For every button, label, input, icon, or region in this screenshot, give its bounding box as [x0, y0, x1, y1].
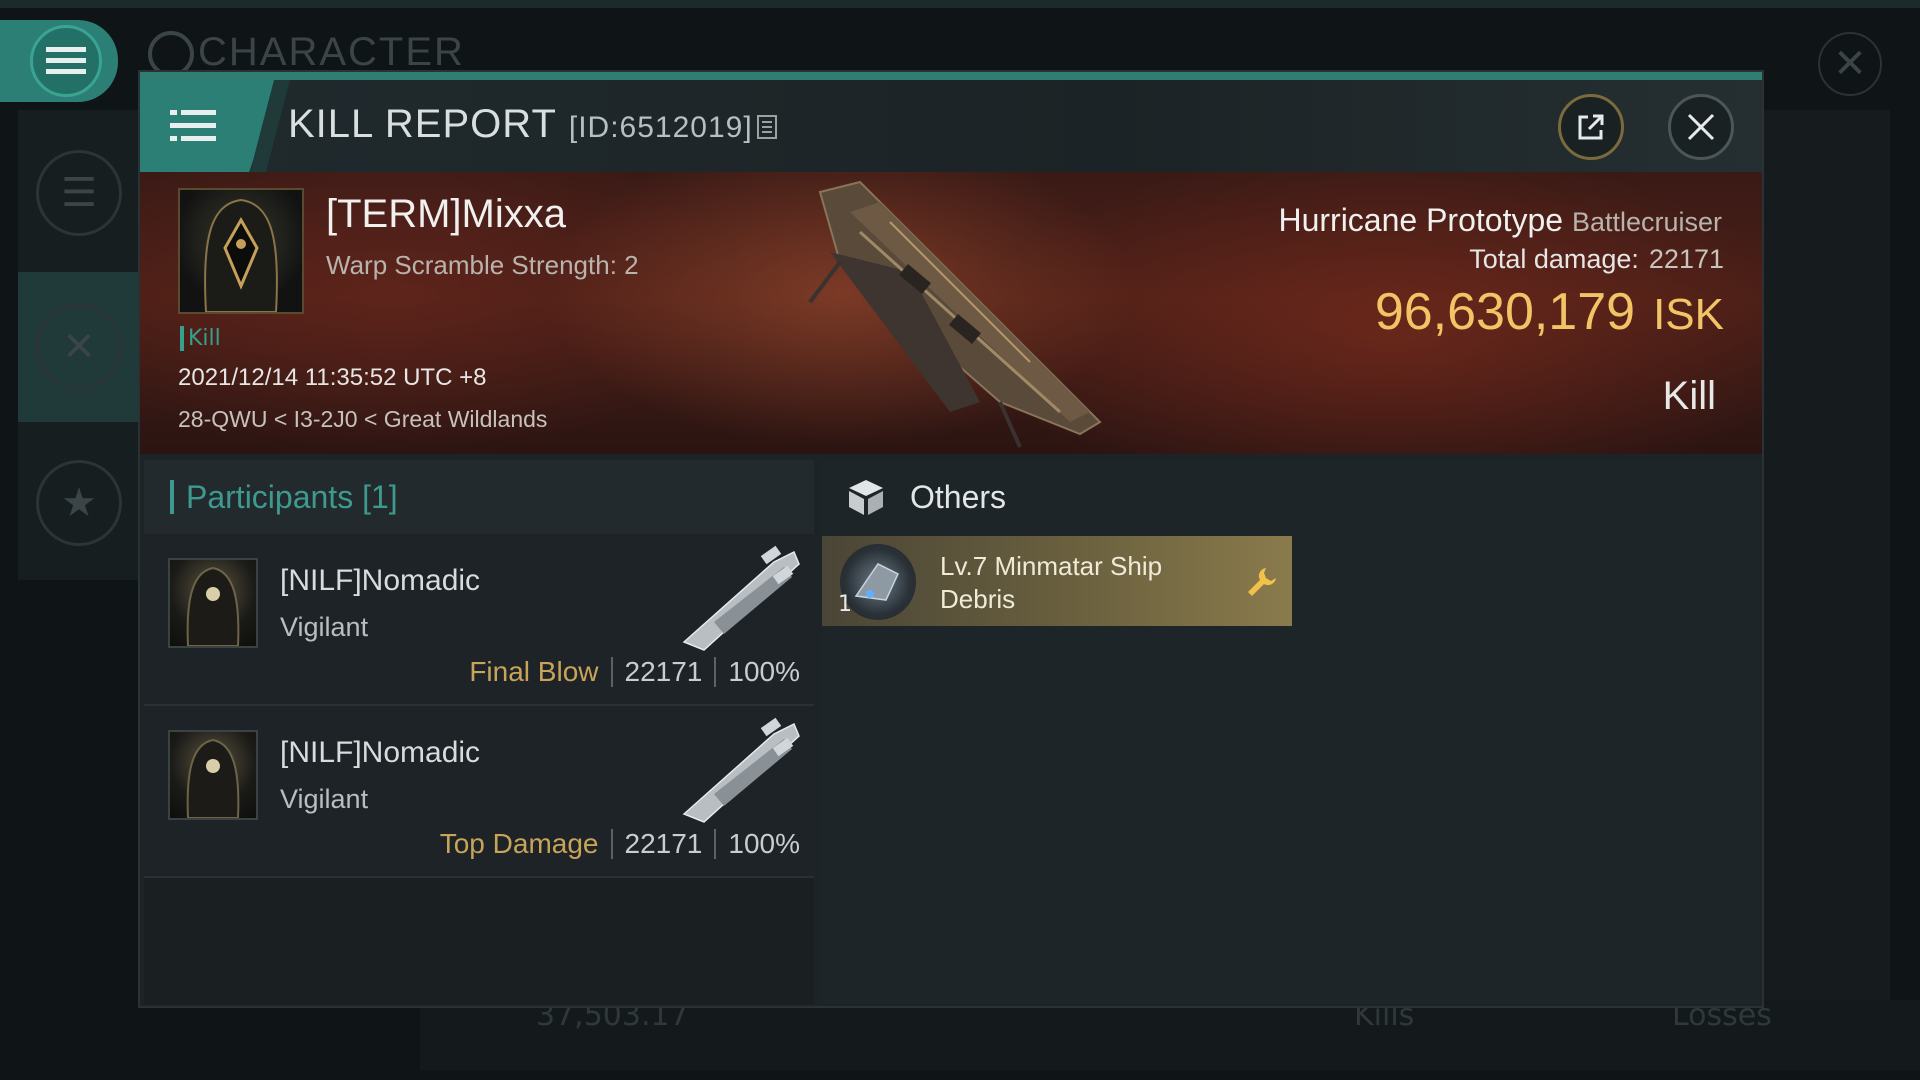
participant-stats: Final Blow 22171 100% [469, 656, 800, 688]
participant-ship: Vigilant [280, 612, 369, 642]
result-label: Kill [1662, 374, 1716, 418]
background-sidebar-item-combat[interactable]: ✕ [18, 272, 140, 422]
weapon-icon [682, 545, 800, 651]
background-menu-button[interactable] [0, 20, 118, 102]
participant-tag: Final Blow [469, 656, 599, 687]
victim-ship[interactable]: Hurricane Prototype Battlecruiser [1278, 202, 1722, 239]
participant-name[interactable]: [NILF]Nomadic [280, 736, 480, 770]
modal-header: KILL REPORT [ID:6512019] [140, 80, 1762, 172]
weapon-icon [682, 717, 800, 823]
isk-amount: 96,630,179 [1374, 283, 1636, 341]
list-icon: ☰ [36, 150, 122, 236]
participant-percent: 100% [728, 828, 800, 859]
share-button[interactable] [1558, 94, 1624, 160]
item-quantity: 1 [838, 592, 852, 617]
background-sidebar-item-favorites[interactable]: ★ [18, 428, 140, 578]
participant-avatar[interactable] [168, 730, 258, 820]
stats-divider [610, 657, 613, 687]
victim-subtitle: Warp Scramble Strength: 2 [326, 250, 639, 280]
kill-report-modal: KILL REPORT [ID:6512019] [TERM]Mixxa Warp… [138, 70, 1764, 1008]
report-id: [ID:6512019] [568, 111, 753, 144]
kill-location[interactable]: 28-QWU < I3-2J0 < Great Wildlands [178, 406, 547, 433]
participant-row[interactable]: [NILF]Nomadic Vigilant Top Damage 22171 10… [144, 706, 814, 878]
close-icon [1687, 113, 1715, 141]
cube-icon [849, 480, 883, 515]
wrench-icon[interactable] [1244, 564, 1278, 598]
participant-damage: 22171 [624, 828, 703, 859]
isk-unit: ISK [1653, 290, 1724, 339]
participant-name[interactable]: [NILF]Nomadic [280, 564, 480, 598]
modal-title: KILL REPORT [ID:6512019] [288, 102, 777, 147]
background-sidebar-item-list[interactable]: ☰ [18, 118, 140, 268]
participants-tab-indicator [170, 480, 174, 514]
participants-title: Participants [1] [186, 478, 398, 515]
share-icon [1578, 114, 1604, 140]
participants-panel: Participants [1] [NILF]Nomadic Vigilant … [144, 460, 814, 1004]
others-title: Others [910, 478, 1007, 515]
isk-value: 96,630,179 ISK [1375, 282, 1724, 342]
victim-banner: [TERM]Mixxa Warp Scramble Strength: 2 Ki… [140, 172, 1762, 454]
participants-tab[interactable]: Participants [1] [144, 460, 814, 534]
ship-name-text: Hurricane Prototype [1278, 202, 1564, 238]
item-card[interactable]: 1 Lv.7 Minmatar Ship Debris [822, 536, 1292, 626]
total-damage-label: Total damage: [1469, 244, 1639, 274]
close-icon: ✕ [1833, 41, 1867, 87]
total-damage: Total damage: 22171 [1469, 244, 1724, 275]
copy-icon[interactable] [756, 115, 777, 139]
item-name: Lv.7 Minmatar Ship Debris [940, 551, 1163, 614]
swords-icon: ✕ [36, 304, 122, 390]
menu-icon [170, 110, 216, 141]
kill-datetime: 2021/12/14 11:35:52 UTC +8 [178, 364, 487, 391]
participant-ship: Vigilant [280, 784, 369, 814]
victim-name[interactable]: [TERM]Mixxa [326, 192, 566, 237]
close-button[interactable] [1668, 94, 1734, 160]
kill-tag: Kill [180, 326, 221, 351]
background-top-bar [0, 0, 1920, 8]
stats-divider [610, 829, 613, 859]
modal-title-text: KILL REPORT [288, 102, 557, 146]
modal-accent-line [140, 72, 1762, 80]
ship-image [808, 180, 1102, 448]
others-panel: Others 1 Lv.7 Minmatar Ship Debris [822, 460, 1760, 1004]
participant-percent: 100% [728, 656, 800, 687]
participant-avatar[interactable] [168, 558, 258, 648]
stats-divider [714, 829, 717, 859]
others-header: Others [822, 460, 1760, 534]
background-close-button[interactable]: ✕ [1818, 32, 1882, 96]
participant-tag: Top Damage [439, 828, 599, 859]
ship-class: Battlecruiser [1571, 207, 1722, 237]
star-icon: ★ [36, 460, 122, 546]
participant-stats: Top Damage 22171 100% [440, 828, 800, 860]
stats-divider [714, 657, 717, 687]
participant-row[interactable]: [NILF]Nomadic Vigilant Final Blow 22171 10… [144, 534, 814, 706]
participant-damage: 22171 [624, 656, 703, 687]
victim-avatar[interactable] [178, 188, 304, 314]
total-damage-value: 22171 [1648, 244, 1724, 274]
menu-icon [30, 25, 102, 97]
